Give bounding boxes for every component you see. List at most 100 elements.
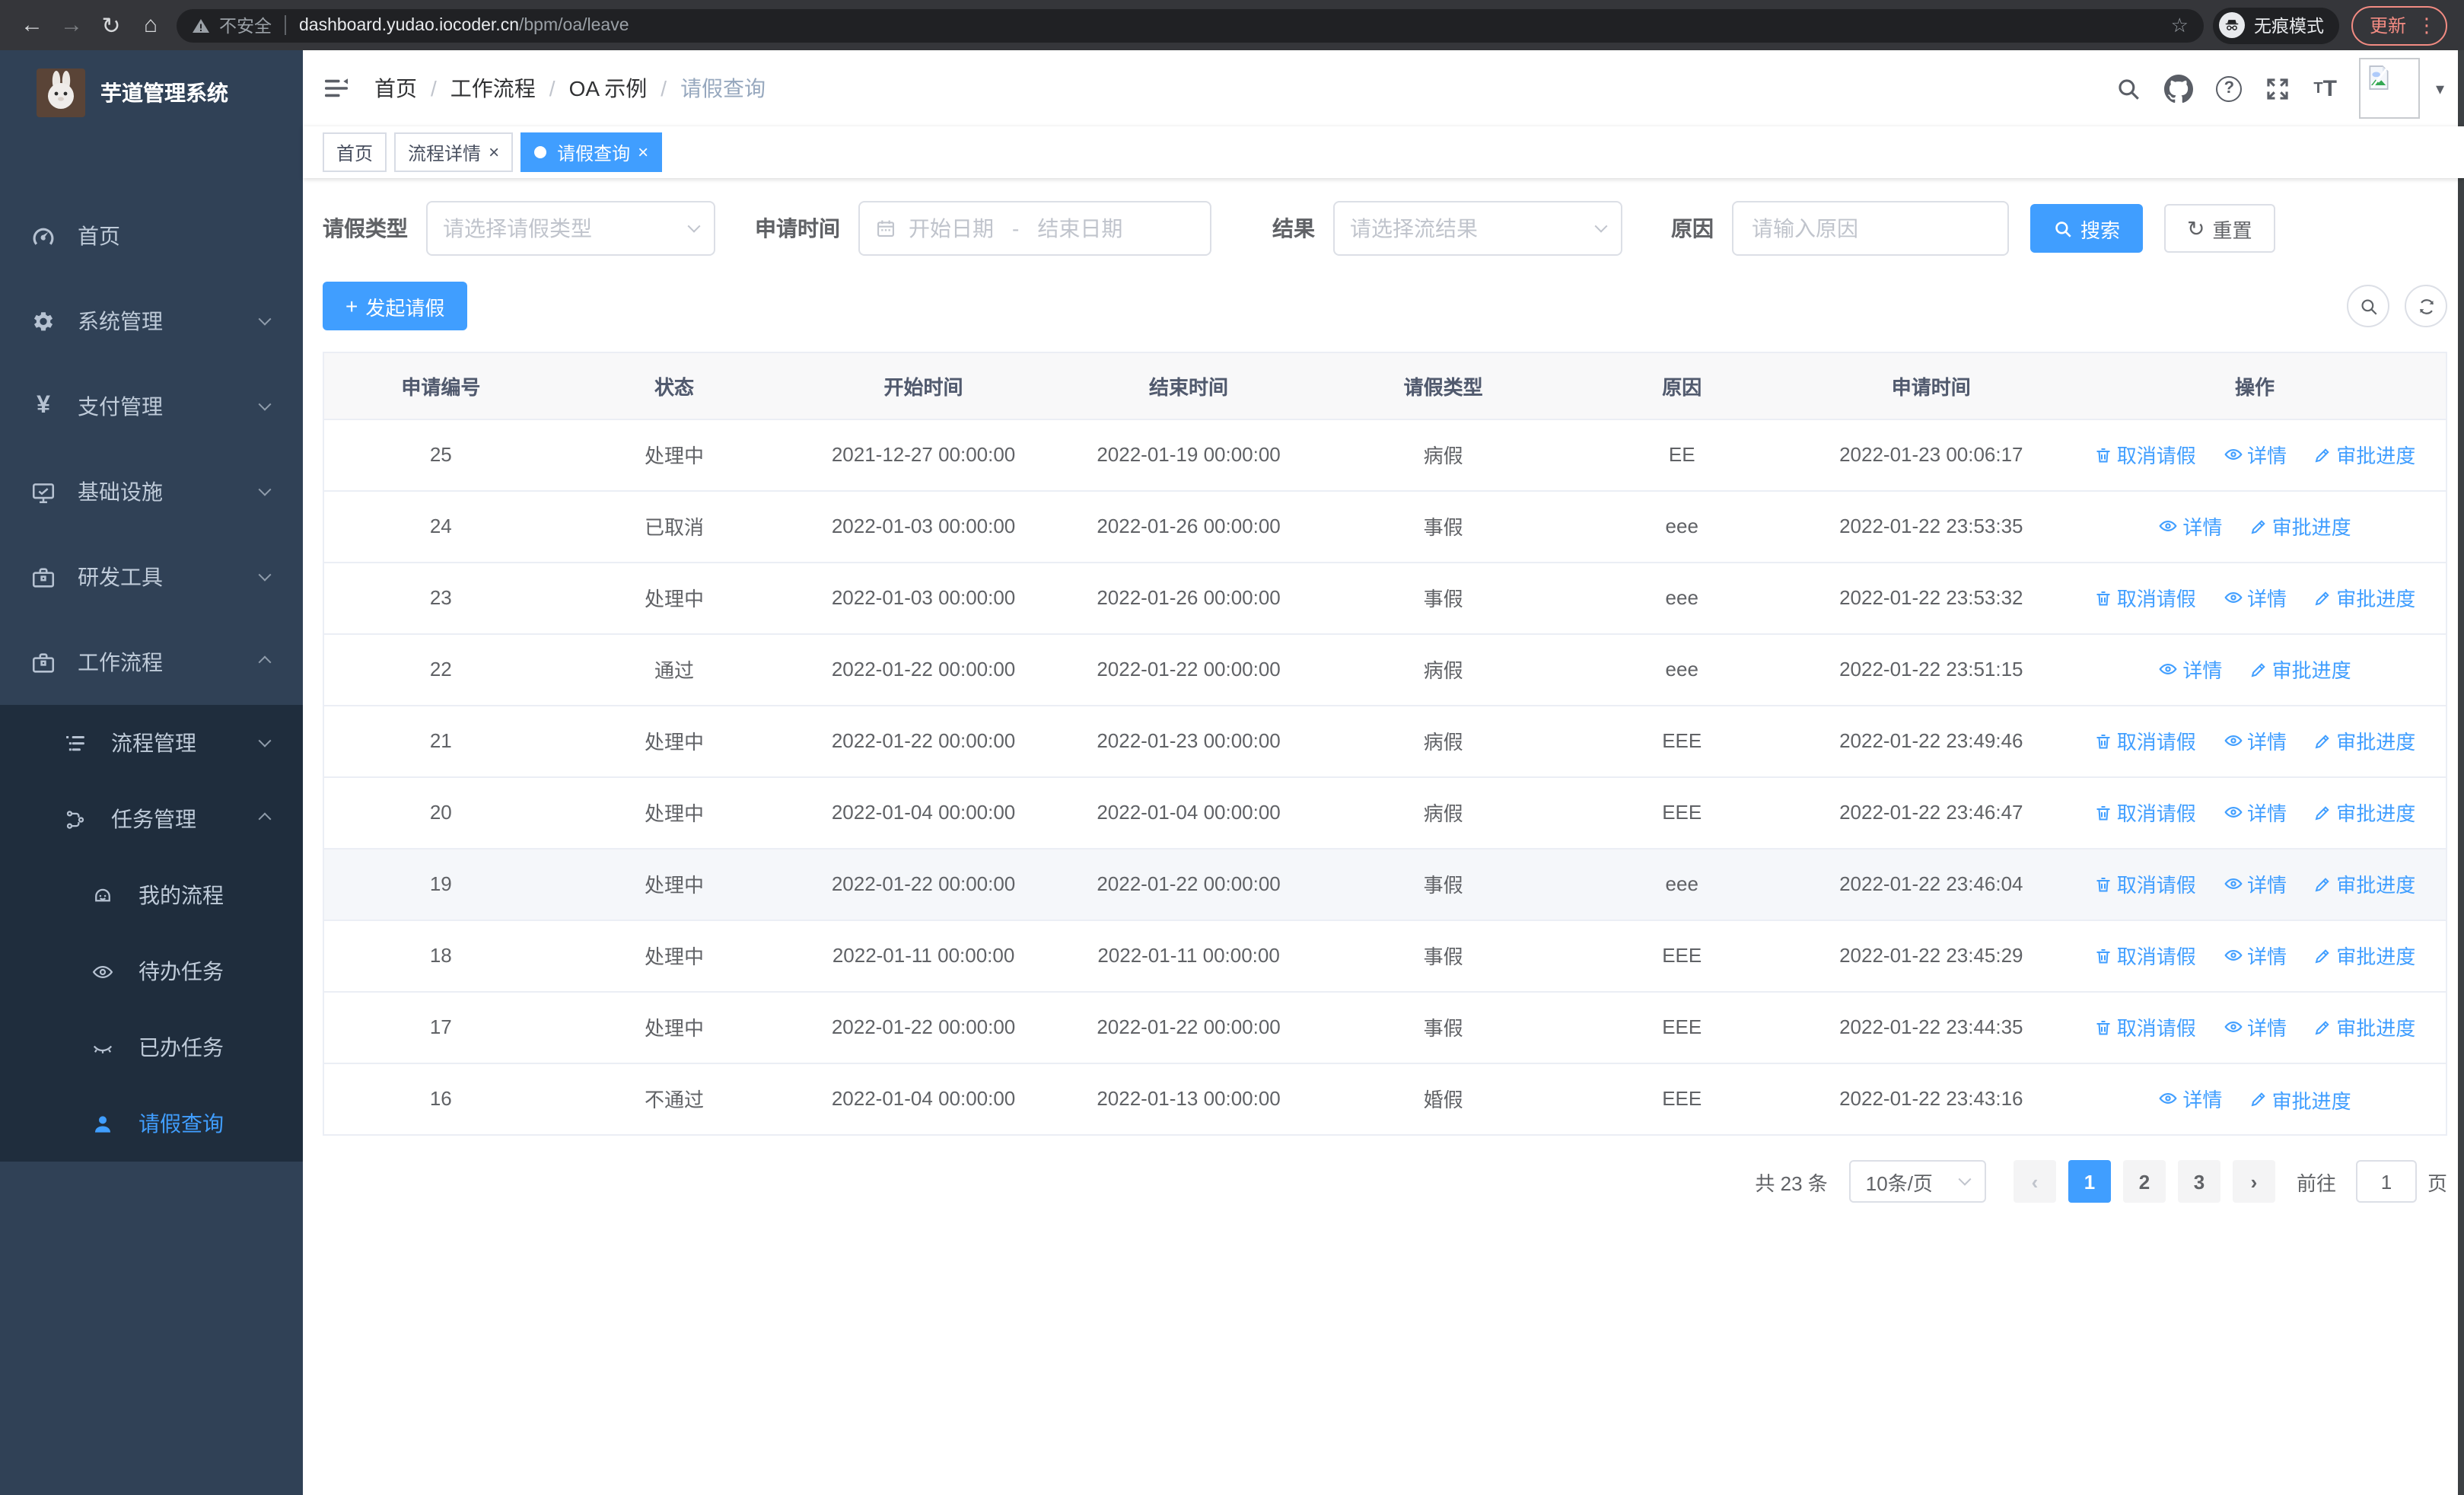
sidebar-item-infra[interactable]: 基础设施 (0, 449, 303, 534)
cell-leave-type: 事假 (1321, 561, 1565, 633)
approval-progress-link[interactable]: 审批进度 (2249, 1085, 2351, 1114)
fullscreen-icon[interactable] (2265, 75, 2291, 101)
sidebar-item-done-tasks[interactable]: 已办任务 (0, 1009, 303, 1085)
search-button[interactable]: 搜索 (2030, 204, 2144, 253)
next-page-button[interactable]: › (2232, 1160, 2275, 1203)
leave-type-select[interactable]: 请选择请假类型 (426, 201, 715, 256)
apply-time-range-picker[interactable]: 开始日期 - 结束日期 (858, 201, 1211, 256)
sidebar-item-leave-query[interactable]: 请假查询 (0, 1085, 303, 1162)
avatar-dropdown-caret[interactable]: ▾ (2436, 78, 2444, 98)
detail-link[interactable]: 详情 (2158, 512, 2222, 540)
sidebar-item-home[interactable]: 首页 (0, 193, 303, 279)
approval-progress-link[interactable]: 审批进度 (2249, 655, 2351, 684)
page-button-1[interactable]: 1 (2068, 1160, 2111, 1203)
scrollbar[interactable] (2458, 50, 2464, 1495)
back-icon[interactable]: ← (12, 12, 52, 38)
sidebar-item-system[interactable]: 系统管理 (0, 279, 303, 364)
page-button-3[interactable]: 3 (2177, 1160, 2220, 1203)
sidebar-item-todo-tasks[interactable]: 待办任务 (0, 933, 303, 1009)
reload-icon[interactable]: ↻ (91, 11, 131, 39)
table-row[interactable]: 16 不通过 2022-01-04 00:00:00 2022-01-13 00… (324, 1062, 2446, 1134)
table-row[interactable]: 17 处理中 2022-01-22 00:00:00 2022-01-22 00… (324, 990, 2446, 1063)
tab-leave-query[interactable]: 请假查询 × (520, 132, 663, 172)
search-icon[interactable] (2115, 75, 2141, 101)
help-icon[interactable]: ? (2216, 75, 2243, 101)
goto-page-input[interactable] (2355, 1160, 2417, 1203)
sidebar-item-devtools[interactable]: 研发工具 (0, 534, 303, 620)
detail-link[interactable]: 详情 (2223, 726, 2287, 755)
approval-progress-link[interactable]: 审批进度 (2313, 584, 2415, 613)
result-select[interactable]: 请选择流结果 (1333, 201, 1622, 256)
update-button[interactable]: 更新 ⋮ (2351, 5, 2447, 45)
create-leave-button[interactable]: + 发起请假 (323, 282, 468, 330)
sidebar-item-process-mgmt[interactable]: 流程管理 (0, 705, 303, 781)
sidebar-item-my-process[interactable]: 我的流程 (0, 857, 303, 933)
browser-menu-icon[interactable]: ⋮ (2417, 13, 2437, 37)
app-logo: 芋道管理系统 (0, 50, 303, 135)
forward-icon[interactable]: → (52, 12, 91, 38)
table-row[interactable]: 22 通过 2022-01-22 00:00:00 2022-01-22 00:… (324, 633, 2446, 705)
detail-link[interactable]: 详情 (2223, 440, 2287, 469)
table-row[interactable]: 23 处理中 2022-01-03 00:00:00 2022-01-26 00… (324, 561, 2446, 633)
detail-link[interactable]: 详情 (2223, 941, 2287, 970)
toggle-search-button[interactable] (2347, 285, 2389, 327)
home-icon[interactable]: ⌂ (131, 12, 170, 38)
close-icon[interactable]: × (638, 143, 648, 161)
bookmark-star-icon[interactable]: ☆ (2171, 13, 2189, 37)
sidebar-item-workflow[interactable]: 工作流程 (0, 620, 303, 705)
breadcrumb-oa-example[interactable]: OA 示例 (569, 73, 648, 104)
edit-pen-icon (2251, 662, 2265, 677)
cancel-leave-link[interactable]: 取消请假 (2094, 870, 2196, 899)
detail-link[interactable]: 详情 (2158, 1084, 2222, 1113)
approval-progress-link[interactable]: 审批进度 (2313, 870, 2415, 899)
detail-link[interactable]: 详情 (2223, 798, 2287, 827)
table-row[interactable]: 21 处理中 2022-01-22 00:00:00 2022-01-23 00… (324, 704, 2446, 776)
approval-progress-link[interactable]: 审批进度 (2249, 512, 2351, 541)
table-row[interactable]: 24 已取消 2022-01-03 00:00:00 2022-01-26 00… (324, 489, 2446, 562)
detail-link[interactable]: 详情 (2158, 655, 2222, 684)
url-bar[interactable]: 不安全 dashboard.yudao.iocoder.cn /bpm/oa/l… (177, 8, 2204, 42)
detail-link[interactable]: 详情 (2223, 583, 2287, 612)
page-button-2[interactable]: 2 (2122, 1160, 2166, 1203)
url-host: dashboard.yudao.iocoder.cn (299, 16, 519, 34)
col-type: 请假类型 (1321, 353, 1565, 419)
reason-label: 原因 (1671, 216, 1714, 241)
approval-progress-link[interactable]: 审批进度 (2313, 1013, 2415, 1042)
cancel-leave-link[interactable]: 取消请假 (2094, 584, 2196, 613)
font-size-icon[interactable]: TT (2313, 75, 2337, 101)
page-size-select[interactable]: 10条/页 (1848, 1160, 1986, 1203)
prev-page-button[interactable]: ‹ (2013, 1160, 2056, 1203)
cancel-leave-link[interactable]: 取消请假 (2094, 942, 2196, 971)
sidebar-item-task-mgmt[interactable]: 任务管理 (0, 781, 303, 857)
apply-time-label: 申请时间 (755, 216, 840, 241)
cell-apply-time: 2022-01-22 23:46:04 (1798, 847, 2064, 920)
github-icon[interactable] (2164, 74, 2194, 103)
avatar[interactable] (2359, 58, 2421, 119)
reason-input[interactable] (1732, 201, 2009, 256)
sidebar-item-payment[interactable]: ¥ 支付管理 (0, 364, 303, 449)
cancel-leave-link[interactable]: 取消请假 (2094, 441, 2196, 470)
cancel-leave-link[interactable]: 取消请假 (2094, 1013, 2196, 1042)
detail-link[interactable]: 详情 (2223, 869, 2287, 898)
cancel-leave-link[interactable]: 取消请假 (2094, 727, 2196, 756)
approval-progress-link[interactable]: 审批进度 (2313, 441, 2415, 470)
table-row[interactable]: 20 处理中 2022-01-04 00:00:00 2022-01-04 00… (324, 776, 2446, 848)
cell-actions: 取消请假 详情 审批进度 (2064, 776, 2446, 848)
table-row[interactable]: 25 处理中 2021-12-27 00:00:00 2022-01-19 00… (324, 418, 2446, 490)
approval-progress-link[interactable]: 审批进度 (2313, 942, 2415, 971)
sidebar-toggle-icon[interactable] (323, 75, 350, 102)
reset-button[interactable]: ↻ 重置 (2164, 204, 2275, 253)
dashboard-icon (30, 223, 56, 249)
tab-process-detail[interactable]: 流程详情 × (394, 132, 514, 172)
close-icon[interactable]: × (489, 143, 499, 161)
cancel-leave-link[interactable]: 取消请假 (2094, 799, 2196, 827)
breadcrumb-home[interactable]: 首页 (374, 73, 417, 104)
refresh-table-button[interactable] (2405, 285, 2447, 327)
table-row[interactable]: 18 处理中 2022-01-11 00:00:00 2022-01-11 00… (324, 919, 2446, 991)
table-row[interactable]: 19 处理中 2022-01-22 00:00:00 2022-01-22 00… (324, 847, 2446, 920)
approval-progress-link[interactable]: 审批进度 (2313, 799, 2415, 827)
tab-home[interactable]: 首页 (323, 132, 387, 172)
breadcrumb-workflow[interactable]: 工作流程 (450, 73, 536, 104)
approval-progress-link[interactable]: 审批进度 (2313, 727, 2415, 756)
detail-link[interactable]: 详情 (2223, 1012, 2287, 1041)
